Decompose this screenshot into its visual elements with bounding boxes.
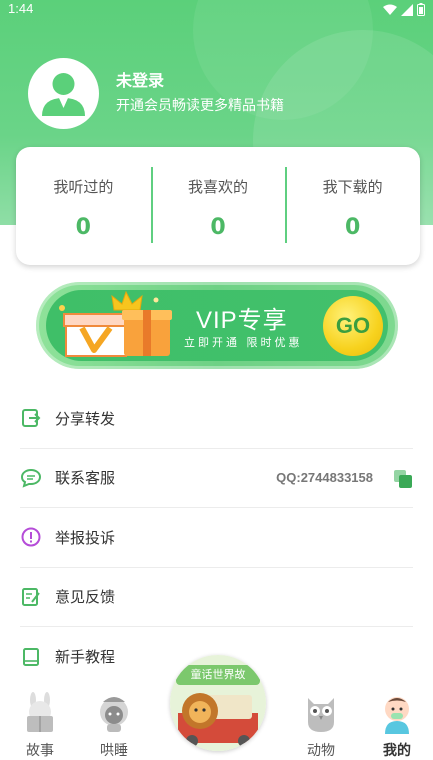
stat-label: 我下载的 [322, 178, 383, 196]
vip-banner[interactable]: VIP专享 立即开通 限时优惠 GO [36, 282, 398, 369]
tab-sleep[interactable]: 哄睡 [84, 692, 144, 760]
stats-card: 我听过的 0 我喜欢的 0 我下载的 0 [16, 147, 420, 265]
menu-label: 联系客服 [55, 469, 116, 488]
tab-mine[interactable]: 我的 [367, 692, 427, 760]
stat-label: 我听过的 [53, 178, 114, 196]
rabbit-book-icon [27, 692, 53, 732]
tab-story[interactable]: 故事 [10, 692, 70, 760]
tab-animal[interactable]: 动物 [291, 692, 351, 760]
wifi-icon [383, 4, 397, 15]
vip-go-button[interactable]: GO [323, 296, 383, 356]
menu-item-contact[interactable]: 联系客服 QQ:2744833158 [20, 449, 413, 508]
status-time: 1:44 [8, 1, 34, 16]
tab-label: 我的 [383, 743, 411, 759]
gift-box-icon [59, 290, 172, 357]
menu-item-feedback[interactable]: 意见反馈 [20, 568, 413, 627]
sheep-icon [100, 697, 128, 732]
tab-label: 故事 [26, 743, 54, 759]
menu-item-share[interactable]: 分享转发 [20, 389, 413, 449]
profile-subtitle: 开通会员畅读更多精品书籍 [116, 97, 284, 114]
user-icon [42, 73, 85, 116]
stat-value: 0 [210, 215, 226, 240]
stat-label: 我喜欢的 [188, 178, 249, 196]
menu-label: 举报投诉 [55, 528, 116, 547]
baby-icon [385, 697, 409, 734]
profile-name[interactable]: 未登录 [116, 70, 284, 92]
menu-label: 新手教程 [55, 648, 116, 667]
stat-listened[interactable]: 我听过的 0 [16, 147, 151, 265]
chat-icon [20, 467, 42, 489]
center-banner-text: 童话世界故 [176, 665, 260, 685]
avatar[interactable] [28, 58, 99, 129]
menu-label: 分享转发 [55, 409, 116, 428]
book-icon [20, 646, 42, 668]
tab-label: 哄睡 [100, 743, 128, 759]
alert-icon [20, 526, 42, 548]
owl-icon [308, 698, 334, 732]
stat-liked[interactable]: 我喜欢的 0 [150, 147, 286, 265]
menu-item-report[interactable]: 举报投诉 [20, 508, 413, 568]
vip-subtitle: 立即开通 限时优惠 [184, 336, 303, 349]
stat-downloaded[interactable]: 我下载的 0 [285, 147, 420, 265]
menu-label: 意见反馈 [55, 588, 116, 607]
share-icon [20, 407, 42, 429]
qq-number: QQ:2744833158 [276, 470, 373, 486]
status-icons [383, 3, 425, 16]
stat-value: 0 [345, 215, 361, 240]
stat-value: 0 [75, 215, 91, 240]
feedback-icon [20, 586, 42, 608]
signal-icon [401, 3, 413, 16]
menu-list: 分享转发 联系客服 QQ:2744833158 举报投诉 意见反馈 新手教程 [0, 389, 433, 687]
vip-title: VIP专享 [196, 307, 288, 334]
status-bar: 1:44 [0, 0, 433, 20]
profile-section[interactable]: 未登录 开通会员畅读更多精品书籍 [28, 58, 284, 129]
tab-label: 动物 [307, 743, 335, 759]
copy-icon[interactable] [393, 469, 413, 493]
center-story-button[interactable]: 童话世界故 [170, 655, 266, 751]
battery-icon [417, 3, 425, 16]
